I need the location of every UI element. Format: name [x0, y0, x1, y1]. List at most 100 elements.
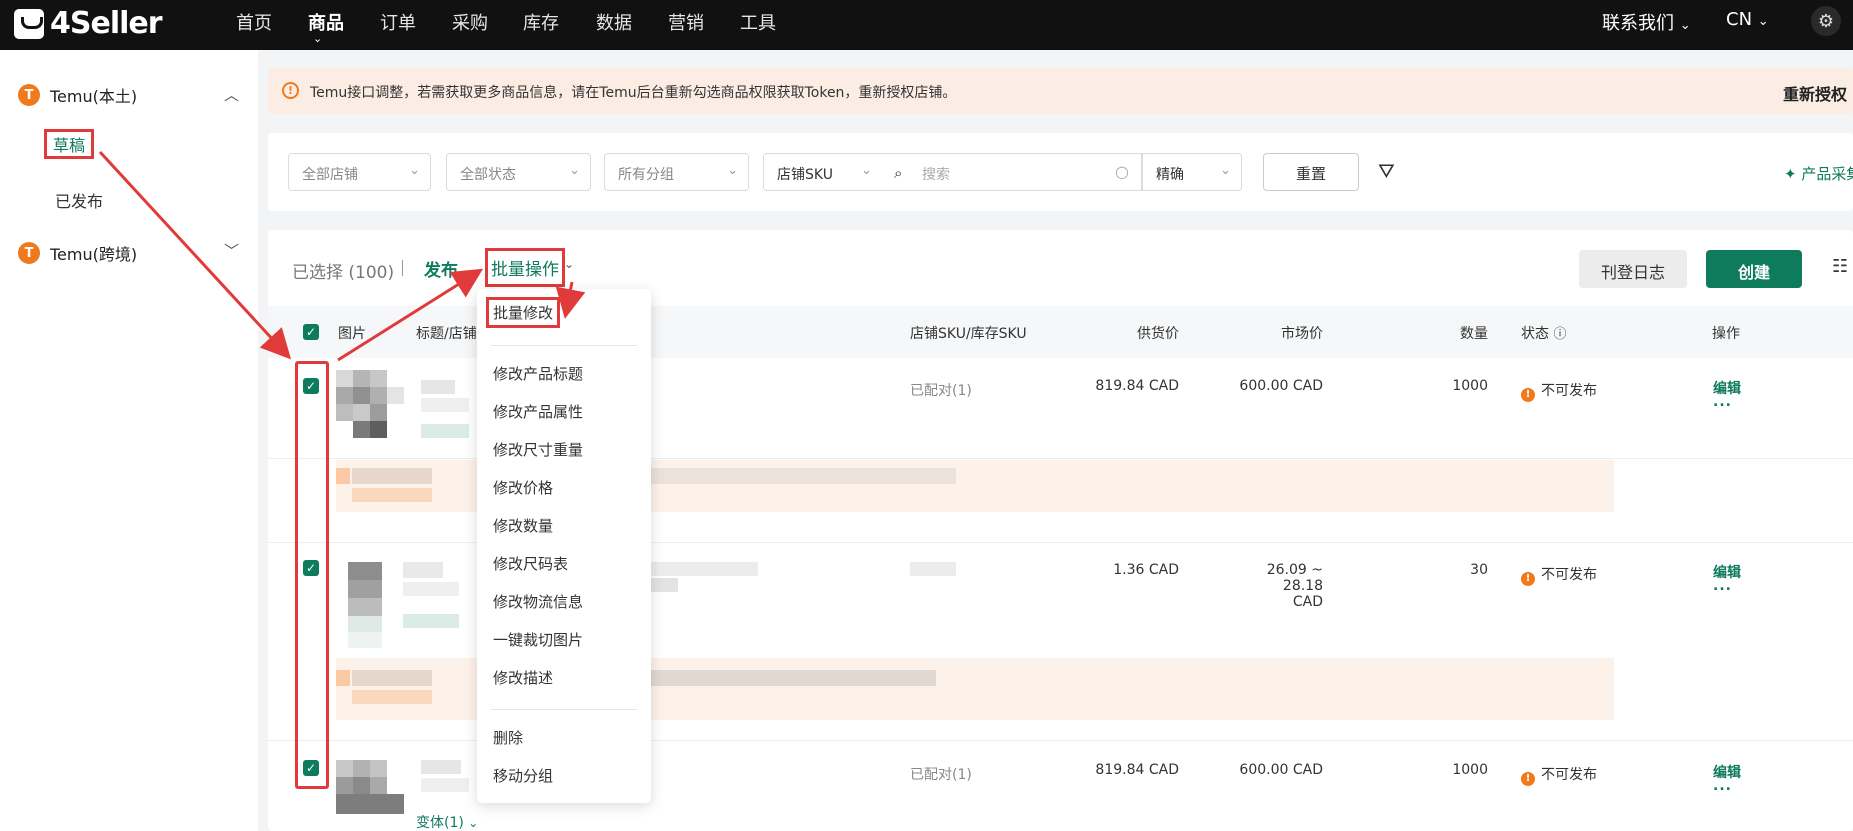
header-supply-price: 供货价 [1137, 326, 1179, 342]
row-supply-price: 819.84 CAD [1095, 378, 1179, 394]
row-sku-blur [910, 562, 960, 576]
sidebar-shop-label: Temu(本土) [50, 87, 138, 106]
menu-item-edit-price[interactable]: 修改价格 [493, 477, 553, 498]
row-quantity: 30 [1470, 562, 1488, 578]
help-icon[interactable]: ⓘ [1553, 327, 1566, 342]
menu-item-edit-quantity[interactable]: 修改数量 [493, 515, 553, 536]
more-actions[interactable]: ... [1713, 578, 1732, 594]
divider [402, 260, 403, 276]
product-image [348, 562, 382, 648]
match-select-value: 精确 [1156, 167, 1184, 183]
nav-orders[interactable]: 订单 [380, 9, 416, 35]
bag-icon [14, 8, 44, 39]
row-supply-price: 819.84 CAD [1095, 762, 1179, 778]
variant-label: 变体(1) [416, 815, 464, 831]
nav-data[interactable]: 数据 [596, 9, 632, 35]
group-select-value: 所有分组 [618, 167, 674, 183]
gear-icon[interactable]: ⚙ [1811, 6, 1841, 36]
product-image [336, 760, 404, 816]
alert-banner: ! Temu接口调整，若需获取更多商品信息，请在Temu后台重新勾选商品权限获取… [268, 68, 1853, 114]
store-select-value: 全部店铺 [302, 167, 358, 183]
header-status: 状态 ⓘ [1521, 323, 1566, 343]
search-icon[interactable]: ○ [1115, 162, 1129, 181]
match-select[interactable]: 精确 ⌄ [1142, 153, 1242, 191]
chevron-up-icon[interactable]: ︿ [224, 84, 239, 105]
create-button[interactable]: 创建 [1706, 250, 1802, 288]
listing-log-button[interactable]: 刊登日志 [1579, 250, 1687, 288]
note-blur [336, 468, 976, 504]
sidebar-item-draft[interactable]: 草稿 [44, 129, 95, 159]
sku-type-value: 店铺SKU [777, 167, 833, 183]
reauthorize-link[interactable]: 重新授权 [1783, 81, 1847, 105]
group-select[interactable]: 所有分组 ⌄ [604, 153, 749, 191]
brand-logo[interactable]: 4Seller [14, 6, 163, 41]
nav-tools[interactable]: 工具 [740, 9, 776, 35]
nav-inventory[interactable]: 库存 [523, 9, 559, 35]
sparkle-icon: ✦ [1784, 165, 1797, 183]
sidebar-shop-temu-cross[interactable]: T Temu(跨境) [18, 241, 137, 265]
row-sku[interactable]: 已配对(1) [910, 380, 972, 400]
header-status-label: 状态 [1521, 326, 1549, 342]
batch-operation-button[interactable]: 批量操作 [485, 248, 565, 287]
more-actions[interactable]: ... [1713, 778, 1732, 794]
chevron-down-icon: ⌄ [861, 163, 872, 178]
warning-icon: ! [1521, 572, 1535, 586]
chevron-down-icon: ⌄ [468, 816, 479, 830]
menu-item-edit-size-chart[interactable]: 修改尺码表 [493, 553, 568, 574]
store-select[interactable]: 全部店铺 ⌄ [288, 153, 431, 191]
product-title-blur [403, 562, 463, 634]
variant-toggle[interactable]: 变体(1) ⌄ [416, 812, 478, 831]
chevron-down-icon[interactable]: ﹀ [224, 240, 239, 261]
reset-button[interactable]: 重置 [1263, 153, 1359, 191]
checkbox-highlight [295, 361, 329, 789]
filter-icon[interactable]: ⛛ [1378, 159, 1395, 183]
chevron-down-icon: ⌄ [1757, 14, 1769, 29]
nav-home[interactable]: 首页 [236, 9, 272, 35]
chevron-down-icon: ⌄ [1679, 18, 1691, 33]
product-title-blur [421, 760, 471, 800]
more-actions[interactable]: ... [1713, 394, 1732, 410]
contact-menu[interactable]: 联系我们 ⌄ [1602, 9, 1691, 35]
warning-icon: ! [1521, 772, 1535, 786]
search-filter-icon: ⌕ [894, 164, 903, 182]
chevron-down-icon: ⌄ [313, 32, 323, 45]
sidebar-item-published[interactable]: 已发布 [55, 188, 103, 212]
search-input[interactable]: ⌕ 搜索 ○ [882, 153, 1142, 191]
row-status-label: 不可发布 [1541, 767, 1597, 783]
menu-divider [491, 709, 637, 710]
sku-type-select[interactable]: 店铺SKU ⌄ [763, 153, 883, 191]
menu-item-edit-description[interactable]: 修改描述 [493, 667, 553, 688]
menu-item-crop-images[interactable]: 一键裁切图片 [493, 629, 583, 650]
menu-item-edit-attributes[interactable]: 修改产品属性 [493, 401, 583, 422]
publish-button[interactable]: 发布 [424, 256, 458, 281]
warning-icon: ! [1521, 388, 1535, 402]
row-sku[interactable]: 已配对(1) [910, 764, 972, 784]
select-all-checkbox[interactable]: ✓ [303, 324, 319, 340]
menu-item-edit-logistics[interactable]: 修改物流信息 [493, 591, 583, 612]
menu-item-edit-title[interactable]: 修改产品标题 [493, 363, 583, 384]
menu-item-delete[interactable]: 删除 [493, 727, 523, 748]
batch-operation-menu: 批量修改 修改产品标题 修改产品属性 修改尺寸重量 修改价格 修改数量 修改尺码… [477, 289, 651, 803]
nav-purchase[interactable]: 采购 [452, 9, 488, 35]
language-label: CN [1726, 9, 1753, 30]
row-supply-price: 1.36 CAD [1113, 562, 1179, 578]
note-blur [336, 670, 976, 706]
status-select[interactable]: 全部状态 ⌄ [446, 153, 591, 191]
row-status-label: 不可发布 [1541, 383, 1597, 399]
menu-item-batch-edit[interactable]: 批量修改 [486, 297, 561, 328]
alert-text: Temu接口调整，若需获取更多商品信息，请在Temu后台重新勾选商品权限获取To… [310, 85, 957, 101]
chevron-down-icon: ⌄ [569, 163, 580, 178]
nav-marketing[interactable]: 营销 [668, 9, 704, 35]
menu-item-move-group[interactable]: 移动分组 [493, 765, 553, 786]
column-settings-icon[interactable]: ☷ [1832, 256, 1848, 277]
product-collect-link[interactable]: ✦ 产品采集 [1784, 163, 1853, 184]
temu-icon: T [18, 242, 40, 264]
sidebar-shop-temu-local[interactable]: T Temu(本土) [18, 83, 137, 107]
product-image [336, 370, 404, 440]
row-quantity: 1000 [1452, 762, 1488, 778]
selected-count: 已选择 (100) [292, 263, 395, 283]
chevron-down-icon: ⌄ [564, 257, 575, 271]
language-menu[interactable]: CN ⌄ [1726, 9, 1769, 30]
row-market-price: 600.00 CAD [1239, 378, 1323, 394]
menu-item-edit-dimensions[interactable]: 修改尺寸重量 [493, 439, 583, 460]
